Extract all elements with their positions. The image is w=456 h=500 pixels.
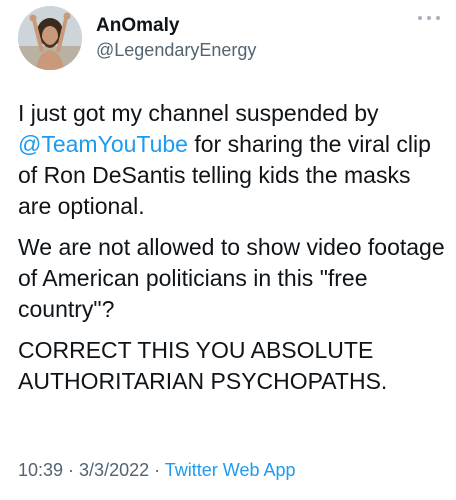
tweet-source-link[interactable]: Twitter Web App xyxy=(165,460,296,480)
dot-icon xyxy=(427,16,431,20)
dot-icon xyxy=(418,16,422,20)
tweet-date[interactable]: 3/3/2022 xyxy=(79,460,149,480)
meta-separator: · xyxy=(149,460,165,480)
tweet-paragraph-3: CORRECT THIS YOU ABSOLUTE AUTHORITARIAN … xyxy=(18,337,388,394)
tweet-meta: 10:39 · 3/3/2022 · Twitter Web App xyxy=(18,458,296,482)
tweet-paragraph-2: We are not allowed to show video footage… xyxy=(18,234,445,322)
avatar[interactable] xyxy=(18,6,82,70)
more-options-icon[interactable] xyxy=(418,10,440,26)
user-names: AnOmaly @LegendaryEnergy xyxy=(96,14,256,62)
avatar-image xyxy=(18,6,82,70)
tweet-card: AnOmaly @LegendaryEnergy I just got my c… xyxy=(0,0,456,500)
mention-link[interactable]: @TeamYouTube xyxy=(18,131,188,157)
display-name[interactable]: AnOmaly xyxy=(96,14,256,38)
tweet-text-part: I just got my channel suspended by xyxy=(18,100,379,126)
tweet-time[interactable]: 10:39 xyxy=(18,460,63,480)
user-handle[interactable]: @LegendaryEnergy xyxy=(96,38,256,62)
tweet-text: I just got my channel suspended by @Team… xyxy=(18,98,446,407)
meta-separator: · xyxy=(63,460,80,480)
tweet-paragraph-1: I just got my channel suspended by @Team… xyxy=(18,98,446,222)
dot-icon xyxy=(436,16,440,20)
